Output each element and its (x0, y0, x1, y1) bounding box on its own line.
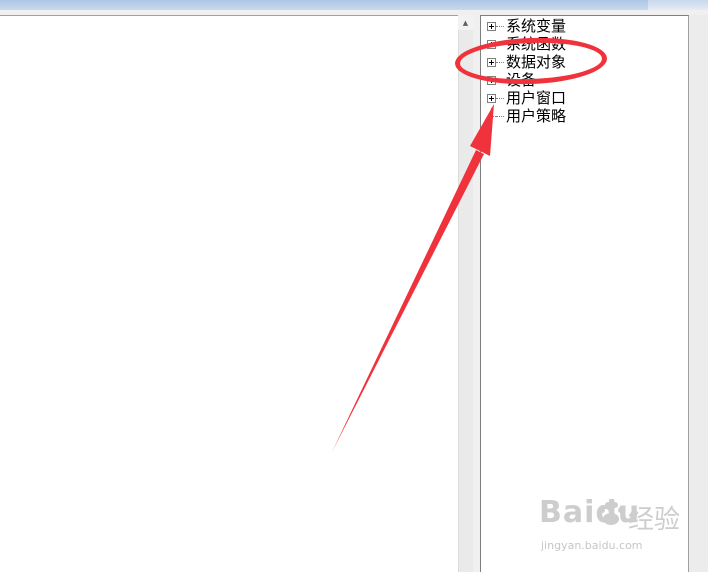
arrow-head (470, 104, 494, 156)
baidu-watermark: Baidu 经验 jingyan.baidu.com (533, 495, 693, 565)
annotation-arrow (332, 104, 494, 452)
baidu-paw-icon (599, 502, 624, 525)
watermark-suffix: 经验 (628, 505, 681, 535)
watermark-logo: Baidu (539, 495, 641, 530)
arrow-shaft (332, 150, 484, 452)
watermark-url: jingyan.baidu.com (541, 539, 643, 552)
